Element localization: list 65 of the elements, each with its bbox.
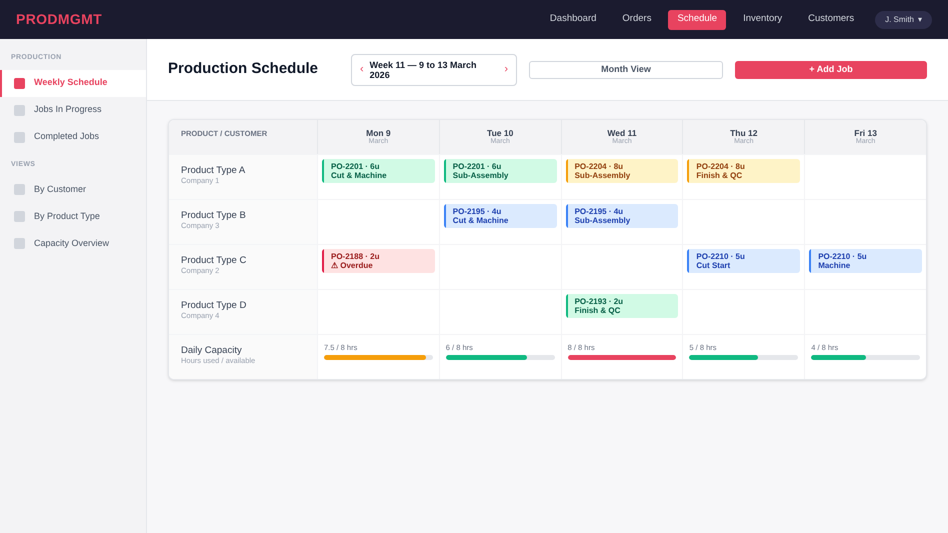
day-label: Tue 10 xyxy=(487,128,514,138)
next-button[interactable]: › xyxy=(504,61,508,78)
job-card[interactable]: PO-2195 · 4u Cut & Machine xyxy=(444,204,557,228)
job-step: Finish & QC xyxy=(574,306,624,315)
square-icon xyxy=(14,104,25,116)
nav-tab[interactable]: Orders xyxy=(613,10,660,30)
day-label: Fri 13 xyxy=(854,128,877,138)
job-step: Machine xyxy=(818,261,867,270)
job-number: PO-2193 · 2u xyxy=(574,297,624,306)
nav-tab[interactable]: Customers xyxy=(799,10,864,30)
add-job-button[interactable]: + Add Job xyxy=(735,60,927,78)
week-label: Week 11 — 9 to 13 March 2026 xyxy=(370,60,478,80)
product-name: Product Type B xyxy=(181,210,247,221)
job-step: ⚠ Overdue xyxy=(331,261,380,270)
job-card[interactable]: PO-2188 · 2u ⚠ Overdue xyxy=(322,249,435,273)
job-card[interactable]: PO-2204 · 8u Finish & QC xyxy=(687,159,800,183)
job-number: PO-2201 · 6u xyxy=(452,162,502,171)
job-card[interactable]: PO-2204 · 8u Sub-Assembly xyxy=(566,159,678,183)
nav-tab[interactable]: Dashboard xyxy=(540,10,606,30)
job-card[interactable]: PO-2201 · 6u Sub-Assembly xyxy=(444,159,557,183)
page-title: Production Schedule xyxy=(168,59,320,80)
job-step: Finish & QC xyxy=(696,171,745,180)
product-name: Product Type D xyxy=(181,300,248,311)
job-step: Sub-Assembly xyxy=(574,171,630,180)
square-icon xyxy=(14,132,25,142)
product-name: Product Type C xyxy=(181,255,248,266)
square-icon xyxy=(14,78,25,88)
sidebar-item[interactable]: Completed Jobs xyxy=(0,124,146,150)
job-number: PO-2210 · 5u xyxy=(818,252,867,261)
square-icon xyxy=(14,238,25,249)
job-card[interactable]: PO-2210 · 5u Cut Start xyxy=(687,249,800,273)
job-step: Sub-Assembly xyxy=(452,171,508,180)
capacity-title: Daily Capacity xyxy=(181,345,243,356)
job-number: PO-2188 · 2u xyxy=(331,252,380,261)
logo: PRODMGMT xyxy=(16,10,102,29)
day-label: Wed 11 xyxy=(607,128,637,138)
month-view-button[interactable]: Month View xyxy=(529,60,723,78)
nav-tab[interactable]: Schedule xyxy=(668,10,726,30)
job-card[interactable]: PO-2193 · 2u Finish & QC xyxy=(566,294,678,318)
job-card[interactable]: PO-2195 · 4u Sub-Assembly xyxy=(566,204,678,228)
nav-tab[interactable]: Inventory xyxy=(734,10,792,30)
job-number: PO-2204 · 8u xyxy=(696,162,745,171)
user-menu[interactable]: J. Smith ▾ xyxy=(875,10,932,28)
product-name: Product Type A xyxy=(181,165,246,176)
job-card[interactable]: PO-2210 · 5u Machine xyxy=(809,249,922,273)
sidebar-item[interactable]: Jobs In Progress xyxy=(0,96,146,124)
sidebar-item[interactable]: By Customer xyxy=(0,176,146,203)
job-step: Cut Start xyxy=(696,261,745,270)
job-step: Sub-Assembly xyxy=(574,216,630,225)
day-label: Thu 12 xyxy=(730,128,758,138)
sidebar-item[interactable]: Capacity Overview xyxy=(0,230,146,257)
job-step: Cut & Machine xyxy=(452,216,508,225)
job-number: PO-2195 · 4u xyxy=(452,207,502,216)
day-label: Mon 9 xyxy=(366,128,391,138)
square-icon xyxy=(14,184,25,195)
job-step: Cut & Machine xyxy=(331,171,387,180)
job-number: PO-2201 · 6u xyxy=(331,162,380,171)
previous-button[interactable]: ‹ xyxy=(360,61,364,78)
job-card[interactable]: PO-2201 · 6u Cut & Machine xyxy=(322,159,435,183)
sidebar-item[interactable]: By Product Type xyxy=(0,203,146,230)
square-icon xyxy=(14,211,25,222)
job-number: PO-2195 · 4u xyxy=(574,207,624,216)
job-number: PO-2204 · 8u xyxy=(574,162,624,171)
job-number: PO-2210 · 5u xyxy=(696,252,745,261)
sidebar-item[interactable]: Weekly Schedule xyxy=(0,70,146,96)
